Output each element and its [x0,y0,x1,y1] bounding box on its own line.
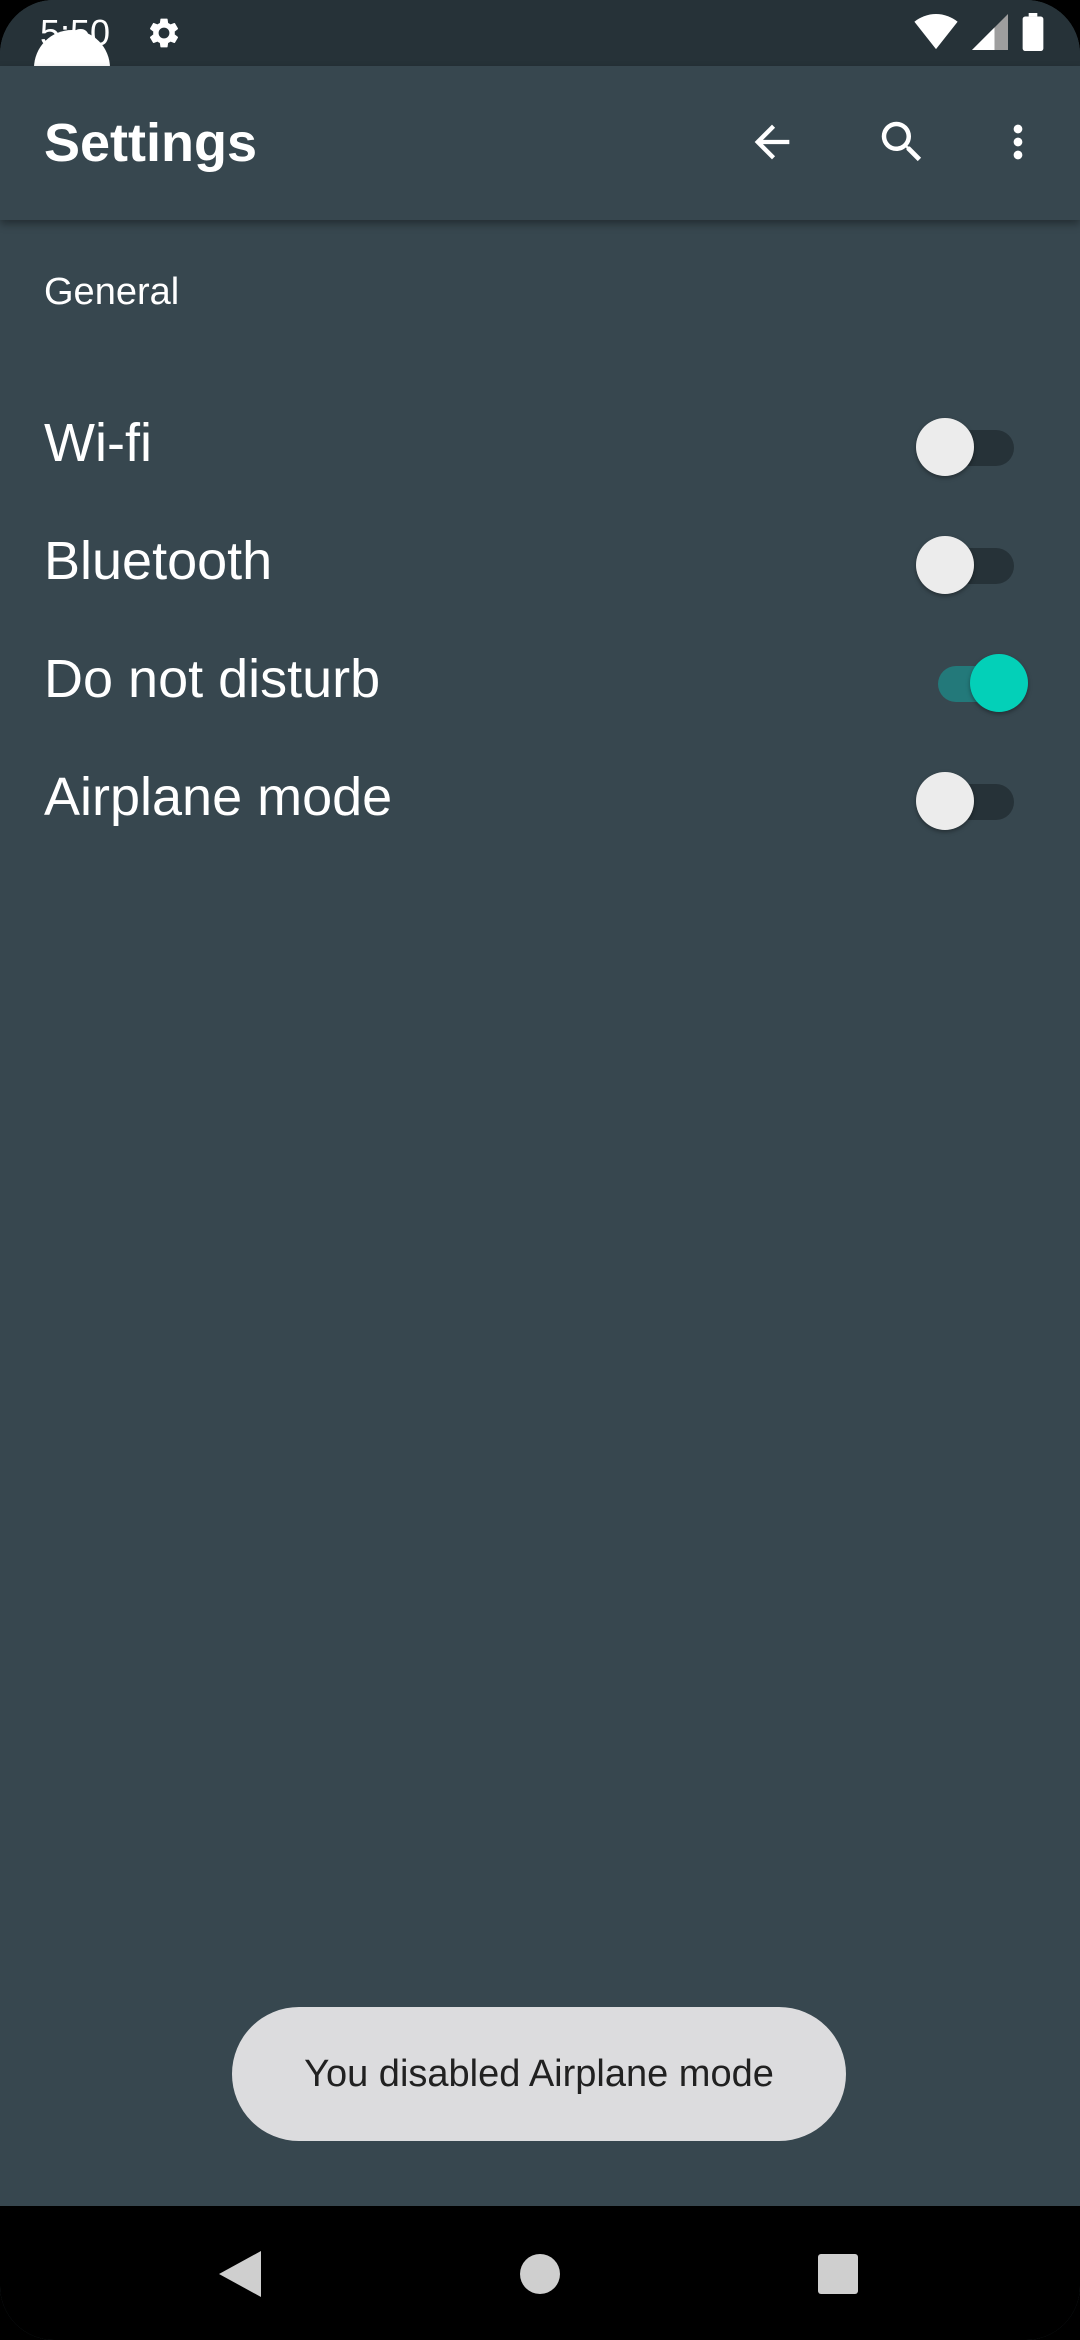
settings-screen: 5:50 [0,0,1080,2340]
setting-label: Airplane mode [44,767,393,827]
status-bar: 5:50 [0,0,1080,66]
setting-label: Do not disturb [44,649,381,709]
back-triangle-icon [217,2249,263,2304]
setting-row-wifi[interactable]: Wi-fi [0,384,1080,502]
more-options-button[interactable] [982,108,1054,180]
airplane-mode-toggle[interactable] [910,768,1030,830]
more-vert-icon [992,116,1044,173]
status-icons [914,12,1044,56]
nav-recents-button[interactable] [788,2226,888,2326]
search-button[interactable] [866,108,938,180]
setting-row-airplane-mode[interactable]: Airplane mode [0,738,1080,856]
setting-row-bluetooth[interactable]: Bluetooth [0,502,1080,620]
battery-icon [1022,12,1044,56]
search-icon [875,115,929,174]
back-button[interactable] [736,108,808,180]
switch-thumb [970,654,1028,712]
switch-thumb [916,772,974,830]
nav-home-button[interactable] [490,2226,590,2326]
app-bar: Settings [0,66,1080,220]
page-title: Settings [44,113,258,173]
home-circle-icon [518,2252,562,2301]
bluetooth-toggle[interactable] [910,532,1030,594]
setting-label: Bluetooth [44,531,273,591]
nav-back-button[interactable] [190,2226,290,2326]
switch-thumb [916,536,974,594]
do-not-disturb-toggle[interactable] [910,650,1030,712]
system-nav-bar [0,2206,1080,2340]
wifi-icon [914,13,958,55]
toast-message: You disabled Airplane mode [232,2007,846,2141]
gear-icon [146,15,182,51]
setting-label: Wi-fi [44,413,152,473]
back-arrow-icon [746,116,798,173]
switch-thumb [916,418,974,476]
cell-signal-icon [972,13,1008,55]
section-header: General [44,271,180,313]
wifi-toggle[interactable] [910,414,1030,476]
setting-row-do-not-disturb[interactable]: Do not disturb [0,620,1080,738]
recents-square-icon [817,2253,859,2300]
